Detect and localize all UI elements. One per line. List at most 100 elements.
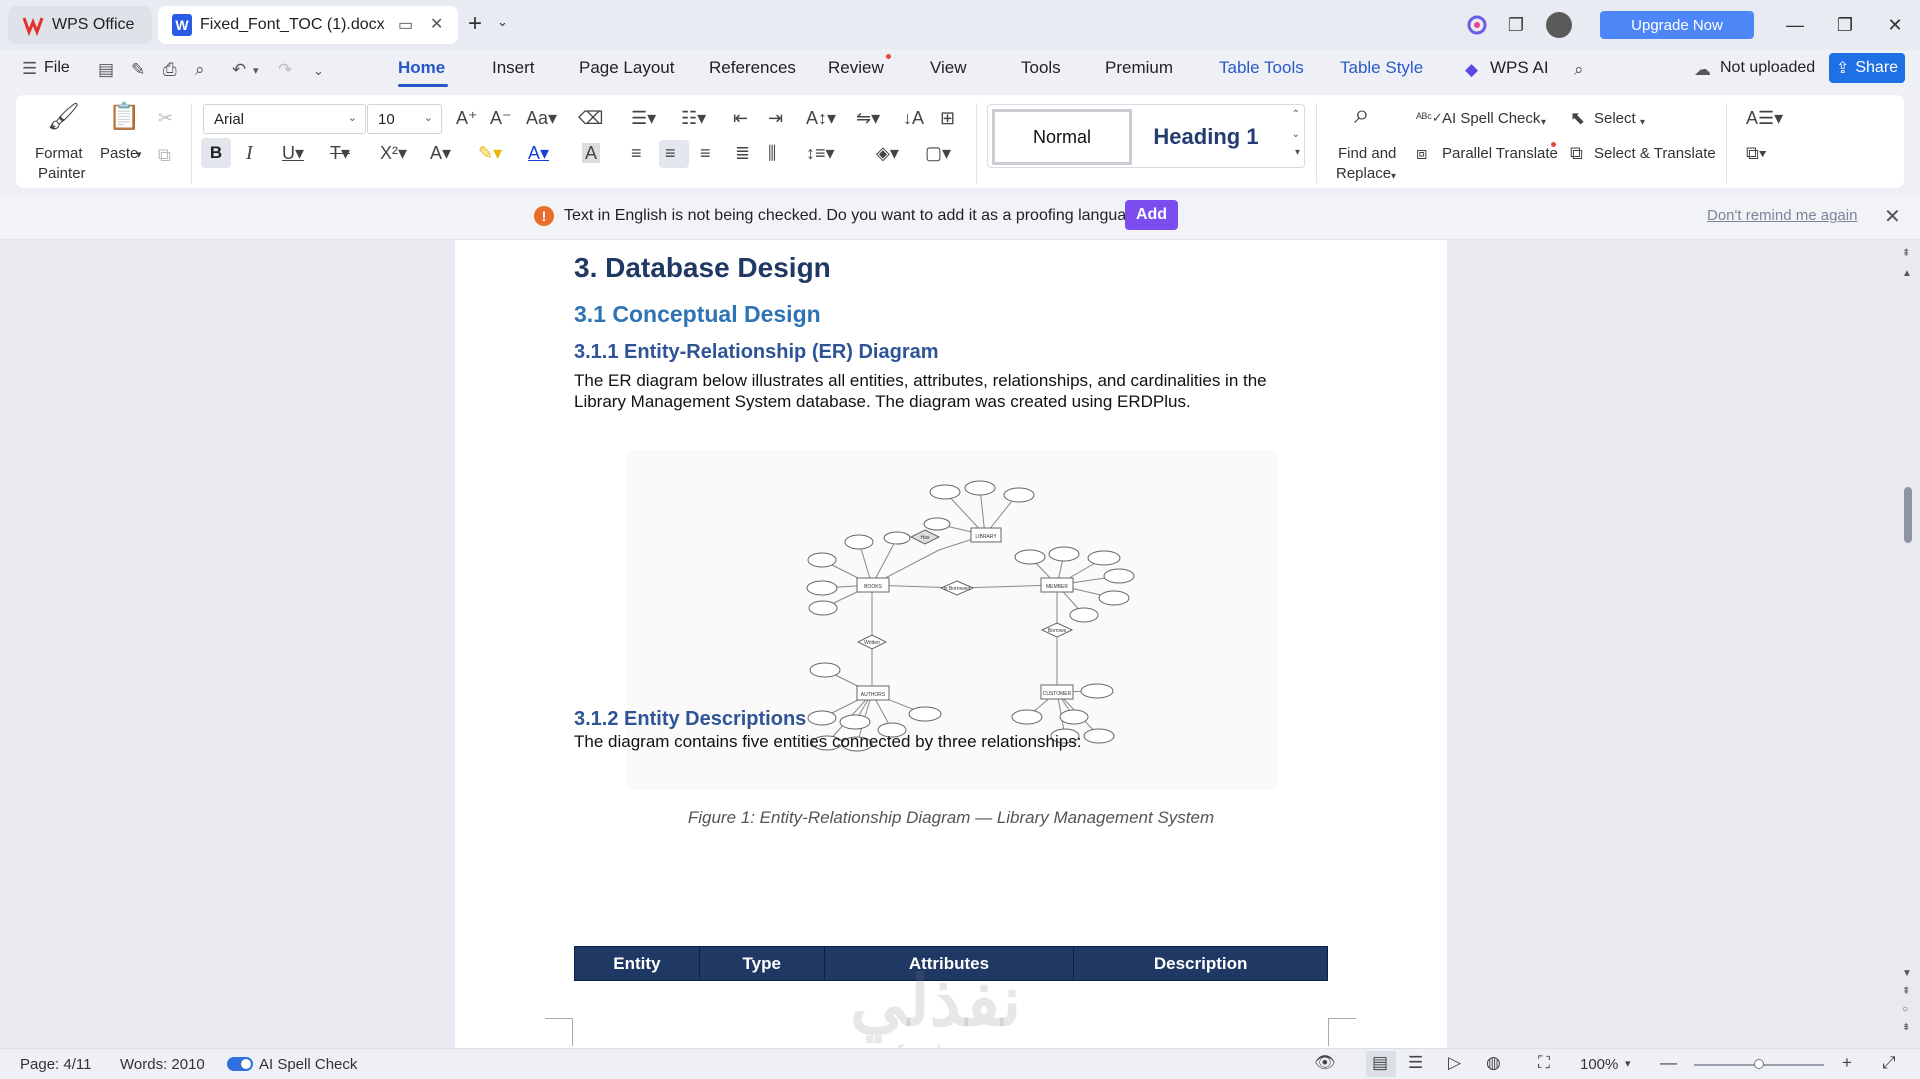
- new-tab-plus-icon[interactable]: +: [468, 12, 482, 36]
- tab-page-layout[interactable]: Page Layout: [579, 58, 674, 78]
- scroll-top-icon[interactable]: ⇞: [1902, 248, 1910, 259]
- tab-view[interactable]: View: [930, 58, 967, 78]
- page-view-icon[interactable]: ▤: [1372, 1053, 1388, 1073]
- bullet-list-icon[interactable]: ☰▾: [631, 108, 656, 128]
- parallel-translate-button[interactable]: Parallel Translate: [1442, 145, 1558, 162]
- save-icon[interactable]: ▤: [98, 60, 114, 80]
- spell-dropdown-icon[interactable]: ▾: [1541, 113, 1546, 133]
- text-effect-icon[interactable]: A▾: [430, 143, 451, 163]
- scroll-up-icon[interactable]: ▲: [1902, 268, 1912, 279]
- prev-page-icon[interactable]: ⇞: [1902, 986, 1910, 997]
- select-button[interactable]: Select: [1594, 110, 1636, 127]
- outline-view-icon[interactable]: ☰: [1408, 1053, 1423, 1073]
- font-color-icon[interactable]: A▾: [528, 143, 549, 163]
- line-spacing-icon[interactable]: ↕≡▾: [806, 143, 835, 163]
- add-language-button[interactable]: Add: [1125, 200, 1178, 230]
- table-header-entity[interactable]: Entity: [574, 946, 700, 981]
- table-header-description[interactable]: Description: [1073, 946, 1328, 981]
- tab-home[interactable]: Home: [398, 58, 445, 78]
- tab-table-tools[interactable]: Table Tools: [1219, 58, 1304, 78]
- font-name-select[interactable]: Arial ⌄: [203, 104, 366, 134]
- share-button[interactable]: ⇪ Share: [1829, 53, 1905, 83]
- undo-icon[interactable]: ↶: [232, 60, 246, 80]
- numbered-list-icon[interactable]: ☷▾: [681, 108, 706, 128]
- zoom-dropdown-icon[interactable]: ▾: [1625, 1057, 1631, 1070]
- justify-icon[interactable]: ≣: [735, 143, 750, 163]
- format-painter-icon[interactable]: 🖌: [47, 103, 80, 129]
- shading-icon[interactable]: ◈▾: [876, 143, 899, 163]
- play-icon[interactable]: ▷: [1448, 1053, 1461, 1073]
- parallel-translate-icon[interactable]: ⧈: [1416, 143, 1427, 163]
- tab-references[interactable]: References: [709, 58, 796, 78]
- zoom-slider-handle[interactable]: [1754, 1059, 1764, 1069]
- fit-page-icon[interactable]: ⛶: [1538, 1053, 1550, 1073]
- select-dropdown-icon[interactable]: ▾: [1640, 113, 1645, 133]
- format-brush-icon[interactable]: ✎: [131, 60, 145, 80]
- show-marks-icon[interactable]: ⊞: [940, 108, 955, 128]
- find-label-1[interactable]: Find and: [1338, 145, 1396, 162]
- copy-icon[interactable]: ⧉: [158, 145, 171, 165]
- find-label-2[interactable]: Replace: [1336, 165, 1391, 182]
- vertical-scrollbar-thumb[interactable]: [1904, 487, 1912, 543]
- minimize-icon[interactable]: —: [1780, 10, 1810, 40]
- ai-spell-check-button[interactable]: AI Spell Check: [1442, 110, 1540, 127]
- align-center-icon[interactable]: ≡: [665, 143, 676, 163]
- bold-button[interactable]: B: [201, 138, 231, 168]
- paste-label[interactable]: Paste: [100, 145, 138, 162]
- zoom-level[interactable]: 100%: [1580, 1056, 1618, 1073]
- find-dropdown-icon[interactable]: ▾: [1391, 167, 1396, 187]
- fullscreen-icon[interactable]: ⤢: [1882, 1053, 1896, 1073]
- customize-chevron-icon[interactable]: ⌄: [313, 63, 324, 79]
- style-heading-1[interactable]: Heading 1: [1136, 109, 1276, 165]
- zoom-in-icon[interactable]: +: [1842, 1053, 1852, 1073]
- tab-wps-ai[interactable]: WPS AI: [1490, 58, 1549, 78]
- document-page[interactable]: 3. Database Design 3.1 Conceptual Design…: [455, 240, 1447, 1048]
- select-browse-icon[interactable]: ○: [1902, 1004, 1908, 1015]
- close-notification-icon[interactable]: ✕: [1884, 204, 1901, 229]
- eye-protection-icon[interactable]: 👁: [1314, 1053, 1336, 1073]
- select-translate-button[interactable]: Select & Translate: [1594, 145, 1716, 162]
- gallery-more-icon[interactable]: ▾: [1295, 147, 1300, 158]
- restore-icon[interactable]: ❐: [1830, 10, 1860, 40]
- close-tab-icon[interactable]: ✕: [430, 14, 443, 34]
- eraser-icon[interactable]: ⌫: [578, 108, 603, 128]
- undo-dropdown-icon[interactable]: ▾: [253, 64, 259, 77]
- tab-review[interactable]: Review: [828, 58, 884, 78]
- char-shading-icon[interactable]: A: [582, 143, 601, 163]
- print-preview-icon[interactable]: ⌕: [195, 60, 205, 80]
- print-icon[interactable]: ⎙: [163, 60, 177, 80]
- upgrade-now-button[interactable]: Upgrade Now: [1600, 11, 1754, 39]
- find-replace-icon[interactable]: ⌕: [1354, 100, 1370, 128]
- italic-icon[interactable]: I: [246, 143, 253, 163]
- sort-icon[interactable]: ↓A: [903, 108, 924, 128]
- text-direction-icon[interactable]: A↕▾: [806, 108, 836, 128]
- superscript-icon[interactable]: X²▾: [380, 143, 407, 163]
- tab-premium[interactable]: Premium: [1105, 58, 1173, 78]
- word-count[interactable]: Words: 2010: [120, 1056, 205, 1073]
- font-size-select[interactable]: 10 ⌄: [367, 104, 442, 134]
- chinese-layout-icon[interactable]: ⇋▾: [856, 108, 880, 128]
- highlight-icon[interactable]: ✎▾: [478, 143, 502, 163]
- format-painter-label-2[interactable]: Painter: [38, 165, 86, 182]
- tab-insert[interactable]: Insert: [492, 58, 535, 78]
- paste-dropdown-icon[interactable]: ▾: [136, 145, 142, 165]
- gallery-down-icon[interactable]: ⌄: [1292, 129, 1300, 140]
- close-window-icon[interactable]: ✕: [1880, 10, 1910, 40]
- text-layout-icon[interactable]: A☰▾: [1746, 108, 1783, 128]
- tab-wps-office[interactable]: WPS Office: [8, 6, 152, 44]
- chevron-down-icon[interactable]: ⌄: [497, 14, 508, 30]
- scroll-down-icon[interactable]: ▼: [1902, 968, 1912, 979]
- avatar[interactable]: [1546, 12, 1572, 38]
- monitor-icon[interactable]: ▭: [398, 15, 413, 35]
- select-cursor-icon[interactable]: ⬉: [1570, 108, 1585, 128]
- gallery-up-icon[interactable]: ⌃: [1292, 109, 1300, 120]
- change-case-icon[interactable]: Aa▾: [526, 108, 557, 128]
- redo-icon[interactable]: ↷: [278, 60, 292, 80]
- increase-indent-icon[interactable]: ⇥: [768, 108, 783, 128]
- strikethrough-icon[interactable]: T▾: [330, 143, 350, 163]
- align-right-icon[interactable]: ≡: [700, 143, 711, 163]
- distributed-icon[interactable]: ⫼: [768, 143, 776, 163]
- dont-remind-link[interactable]: Don't remind me again: [1707, 207, 1857, 224]
- search-icon[interactable]: ⌕: [1574, 60, 1584, 80]
- spell-check-icon[interactable]: ᴬᴮᶜ✓: [1416, 108, 1443, 128]
